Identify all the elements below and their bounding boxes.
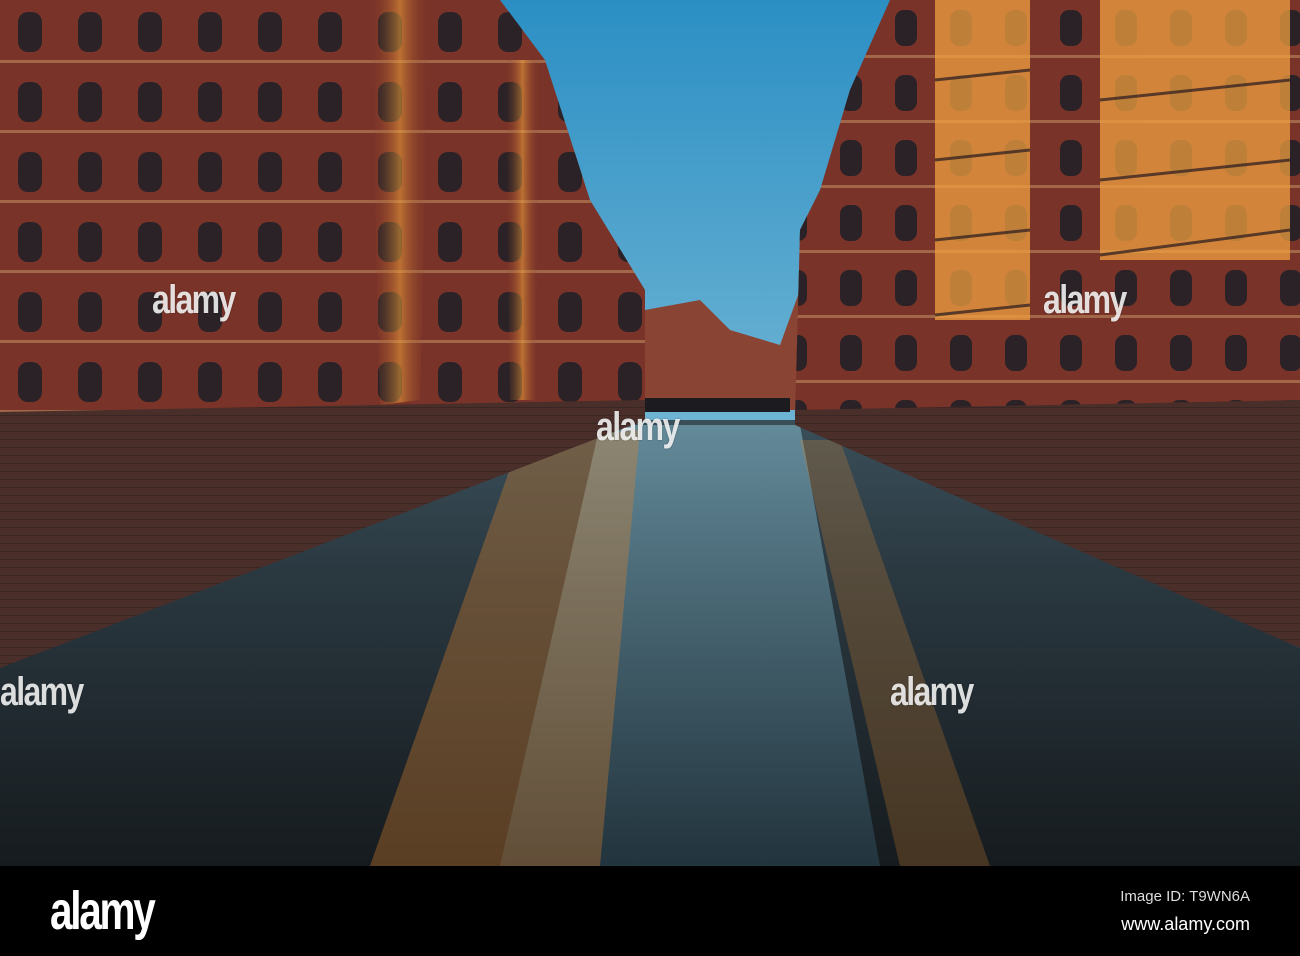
watermark: alamy <box>596 405 680 449</box>
alamy-logo: alamy <box>50 881 156 941</box>
footer-bar: alamy Image ID: T9WN6A www.alamy.com <box>0 866 1300 956</box>
watermark: alamy <box>152 278 236 322</box>
watermark: alamy <box>1043 278 1127 322</box>
left-lights <box>370 0 430 405</box>
image-id: Image ID: T9WN6A <box>1120 888 1250 905</box>
photo: alamy alamy alamy alamy alamy alamy Imag… <box>0 0 1300 956</box>
watermark: alamy <box>0 670 84 714</box>
watermark: alamy <box>890 670 974 714</box>
left-lights-2 <box>505 60 540 400</box>
website-link: www.alamy.com <box>1121 914 1250 934</box>
